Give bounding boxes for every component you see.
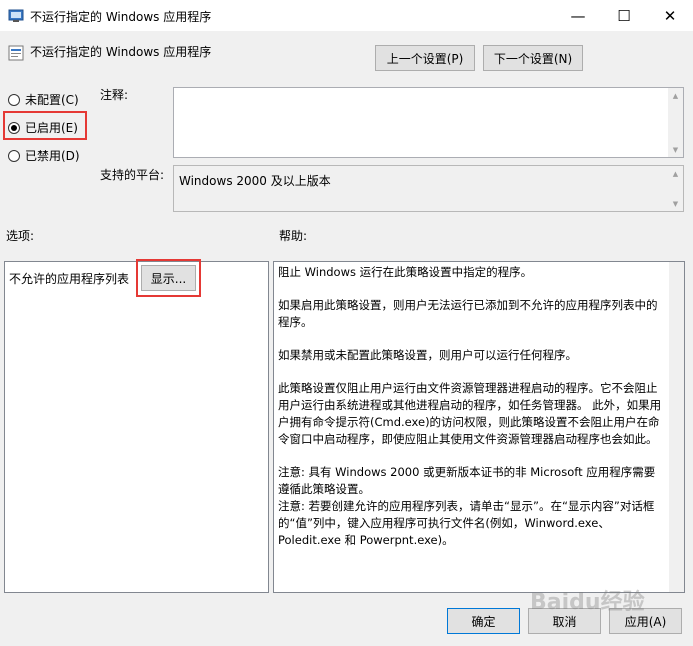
- help-label: 帮助:: [279, 229, 308, 243]
- options-label: 选项:: [6, 229, 35, 243]
- comment-field[interactable]: ▲ ▼: [173, 87, 684, 158]
- radio-label: 已禁用(D): [25, 149, 80, 163]
- platform-scrollbar[interactable]: ▲ ▼: [668, 166, 683, 211]
- radio-label: 未配置(C): [25, 93, 79, 107]
- next-setting-button[interactable]: 下一个设置(N): [483, 45, 583, 71]
- policy-name: 不运行指定的 Windows 应用程序: [30, 45, 212, 59]
- help-scrollbar[interactable]: [669, 262, 684, 592]
- radio-disabled[interactable]: 已禁用(D): [8, 147, 80, 164]
- comment-label: 注释:: [100, 88, 129, 102]
- window-title: 不运行指定的 Windows 应用程序: [30, 10, 212, 24]
- platform-field: Windows 2000 及以上版本 ▲ ▼: [173, 165, 684, 212]
- previous-setting-button[interactable]: 上一个设置(P): [375, 45, 475, 71]
- ok-button[interactable]: 确定: [447, 608, 520, 634]
- maximize-button[interactable]: ☐: [601, 0, 647, 31]
- disallowed-list-label: 不允许的应用程序列表: [9, 272, 130, 286]
- settings-icon: [8, 45, 24, 61]
- scroll-up-icon[interactable]: ▲: [668, 166, 683, 181]
- help-paragraph: 阻止 Windows 运行在此策略设置中指定的程序。: [278, 265, 533, 279]
- highlight-show-box: [136, 259, 201, 297]
- help-paragraph: 注意: 具有 Windows 2000 或更新版本证书的非 Microsoft …: [278, 465, 656, 496]
- radio-circle[interactable]: [8, 93, 20, 106]
- close-button[interactable]: ✕: [647, 0, 693, 31]
- scroll-down-icon[interactable]: ▼: [668, 196, 683, 211]
- baidu-watermark: Baidu经验: [530, 590, 645, 615]
- comment-scrollbar[interactable]: ▲ ▼: [668, 88, 683, 157]
- platform-value: Windows 2000 及以上版本: [179, 174, 331, 188]
- scroll-down-icon[interactable]: ▼: [668, 142, 683, 157]
- help-text: 阻止 Windows 运行在此策略设置中指定的程序。 如果启用此策略设置，则用户…: [278, 264, 666, 565]
- help-paragraph: 如果禁用或未配置此策略设置，则用户可以运行任何程序。: [278, 348, 577, 362]
- help-paragraph: 注意: 若要创建允许的应用程序列表，请单击“显示”。在“显示内容”对话框的“值”…: [278, 499, 655, 547]
- minimize-button[interactable]: —: [555, 0, 601, 31]
- help-paragraph: 此策略设置仅阻止用户运行由文件资源管理器进程启动的程序。它不会阻止用户运行由系统…: [278, 381, 662, 446]
- radio-not-configured[interactable]: 未配置(C): [8, 91, 79, 108]
- options-panel: [4, 261, 269, 593]
- help-paragraph: 如果启用此策略设置，则用户无法运行已添加到不允许的应用程序列表中的程序。: [278, 298, 658, 329]
- policy-icon: [8, 9, 24, 22]
- platform-label: 支持的平台:: [100, 168, 165, 182]
- scroll-up-icon[interactable]: ▲: [668, 88, 683, 103]
- radio-circle[interactable]: [8, 149, 20, 162]
- highlight-enabled-box: [3, 111, 87, 140]
